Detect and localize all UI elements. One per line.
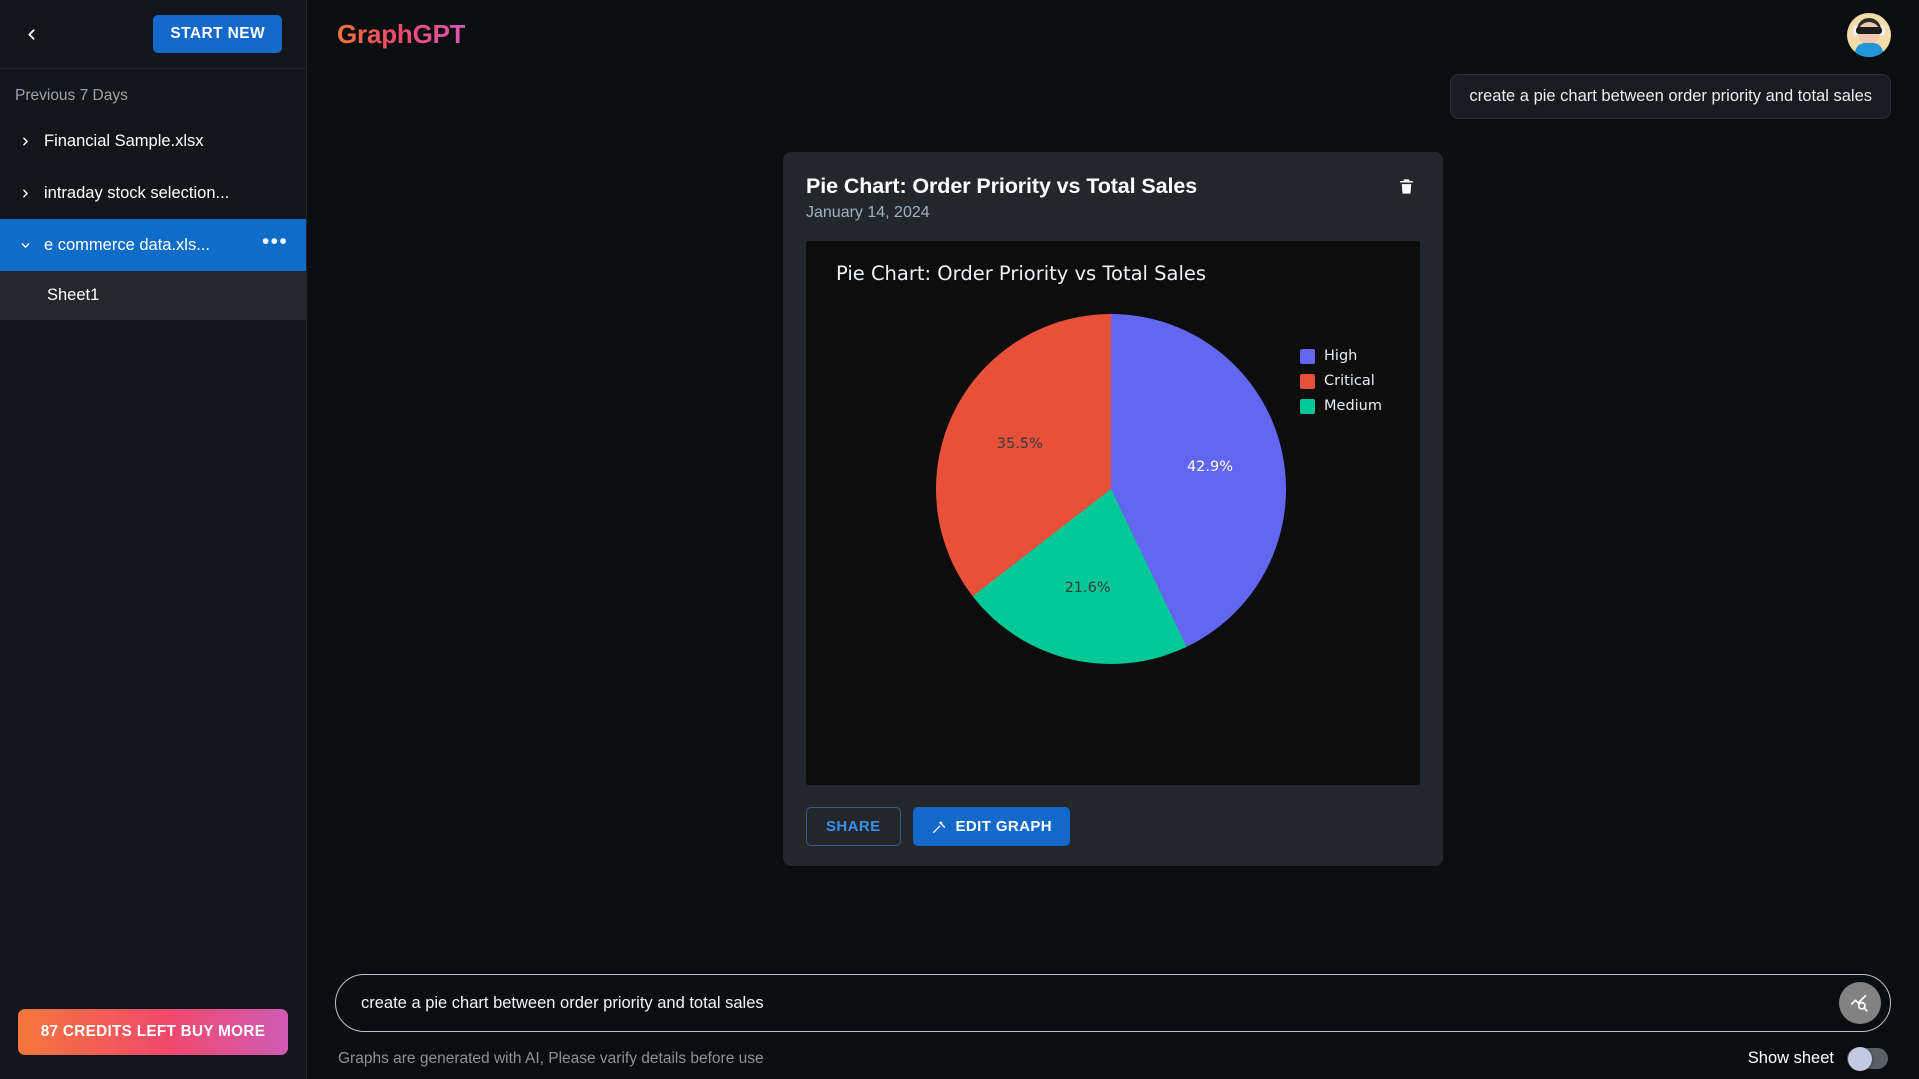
legend-label: High [1324, 348, 1358, 364]
avatar-body [1855, 42, 1883, 57]
show-sheet-toggle-group: Show sheet [1747, 1046, 1888, 1071]
buy-credits-button[interactable]: 87 CREDITS LEFT BUY MORE [18, 1009, 288, 1055]
sidebar-item-financial-sample[interactable]: Financial Sample.xlsx [0, 115, 306, 167]
chevron-down-icon [18, 239, 33, 252]
start-new-button[interactable]: START NEW [153, 15, 282, 53]
ellipsis-icon[interactable]: ••• [262, 231, 288, 253]
pie-label-high: 42.9% [1186, 458, 1234, 475]
app-root: START NEW Previous 7 Days Financial Samp… [0, 0, 1919, 1079]
search-input[interactable] [361, 993, 1820, 1013]
composer [335, 974, 1891, 1032]
edit-graph-button[interactable]: EDIT GRAPH [912, 807, 1071, 846]
composer-container: Graphs are generated with AI, Please var… [307, 974, 1919, 1079]
graph-card-actions: SHARE EDIT GRAPH [806, 807, 1420, 846]
edit-graph-label: EDIT GRAPH [955, 818, 1053, 835]
collapse-sidebar-icon[interactable] [18, 21, 44, 47]
sidebar: START NEW Previous 7 Days Financial Samp… [0, 0, 307, 1079]
switch-knob [1848, 1046, 1872, 1071]
legend-swatch [1300, 373, 1316, 389]
sidebar-conversation-list: Financial Sample.xlsx intraday stock sel… [0, 115, 306, 320]
legend-swatch [1300, 348, 1316, 364]
trash-icon[interactable] [1393, 174, 1420, 199]
ai-disclaimer: Graphs are generated with AI, Please var… [338, 1049, 764, 1067]
sidebar-item-ecommerce-data[interactable]: e commerce data.xls... ••• [0, 219, 306, 271]
legend-item-medium: Medium [1300, 398, 1382, 414]
sidebar-section-label: Previous 7 Days [15, 87, 128, 104]
top-bar: GraphGPT [307, 0, 1919, 69]
legend-swatch [1300, 398, 1316, 414]
sidebar-item-intraday-stock[interactable]: intraday stock selection... [0, 167, 306, 219]
legend-item-high: High [1300, 348, 1382, 364]
avatar[interactable] [1847, 12, 1891, 57]
page-title: Pie Chart: Order Priority vs Total Sales [806, 174, 1198, 198]
app-logo: GraphGPT [337, 19, 466, 49]
legend-item-critical: Critical [1300, 373, 1382, 389]
graph-card-header: Pie Chart: Order Priority vs Total Sales… [806, 174, 1420, 222]
sidebar-header: START NEW [0, 0, 306, 69]
chart-plot-area: Pie Chart: Order Priority vs Total Sales… [806, 241, 1420, 785]
main-panel: GraphGPT create a pie chart between orde… [307, 0, 1919, 1079]
analyze-chart-icon [1849, 992, 1871, 1014]
pie-label-critical: 35.5% [996, 436, 1043, 453]
chart-title: Pie Chart: Order Priority vs Total Sales [836, 262, 1207, 285]
sunglasses-icon [1856, 26, 1882, 34]
graph-card: Pie Chart: Order Priority vs Total Sales… [783, 152, 1443, 866]
credits-container: 87 CREDITS LEFT BUY MORE [0, 1009, 306, 1079]
legend-label: Critical [1324, 373, 1375, 389]
pie-label-medium: 21.6% [1064, 579, 1111, 596]
pie-chart: 42.9% 35.5% 21.6% [936, 314, 1286, 664]
send-button[interactable] [1839, 982, 1881, 1024]
chart-legend: High Critical Medium [1300, 348, 1382, 414]
sidebar-item-label: intraday stock selection... [44, 183, 230, 202]
sidebar-item-label: e commerce data.xls... [44, 235, 210, 254]
chevron-right-icon [18, 187, 33, 200]
magic-wand-icon [931, 819, 947, 835]
graph-card-title-group: Pie Chart: Order Priority vs Total Sales… [806, 174, 1197, 222]
graph-card-date: January 14, 2024 [806, 204, 930, 221]
show-sheet-label: Show sheet [1747, 1049, 1834, 1067]
chat-area: create a pie chart between order priorit… [307, 74, 1919, 866]
sidebar-item-sheet1[interactable]: Sheet1 [0, 271, 306, 320]
pie-slices [936, 314, 1286, 664]
composer-footer: Graphs are generated with AI, Please var… [335, 1046, 1891, 1071]
show-sheet-switch[interactable] [1847, 1046, 1888, 1071]
sidebar-item-label: Financial Sample.xlsx [44, 131, 204, 150]
share-button[interactable]: SHARE [806, 807, 901, 846]
user-message-bubble: create a pie chart between order priorit… [1450, 74, 1891, 119]
legend-label: Medium [1324, 398, 1382, 414]
chevron-right-icon [18, 135, 33, 148]
